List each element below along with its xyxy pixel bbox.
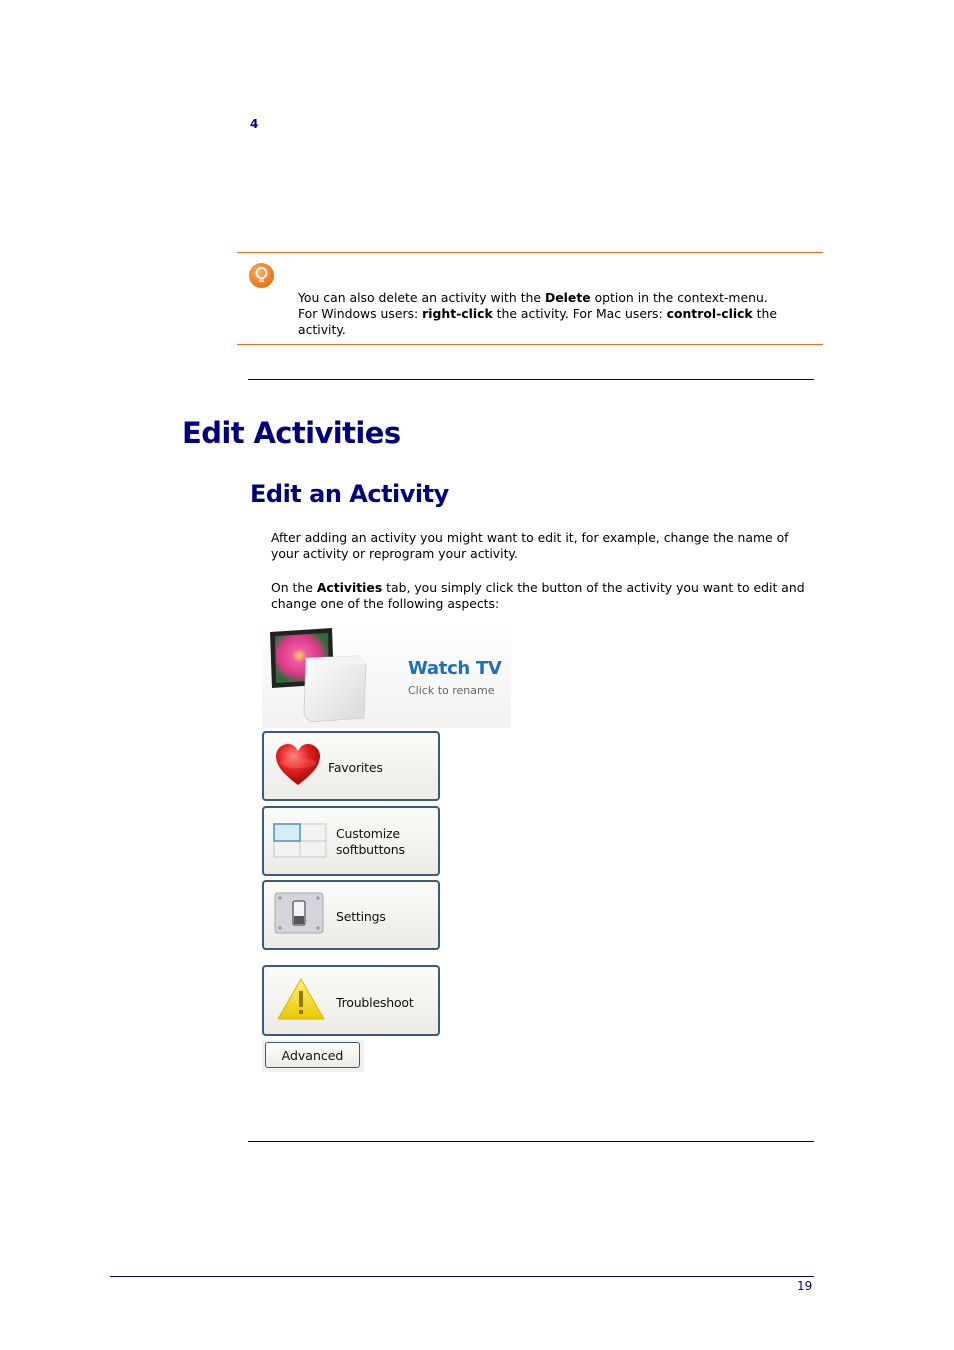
step-number: 4 [250, 117, 259, 131]
section-title: Edit Activities [182, 416, 401, 450]
warning-icon [276, 977, 326, 1027]
section-end-rule [248, 1141, 814, 1142]
tip-bottom-rule [237, 344, 823, 345]
settings-button[interactable]: Settings [262, 880, 440, 950]
page-number: 19 [797, 1279, 813, 1293]
intro-paragraph: After adding an activity you might want … [271, 530, 789, 561]
tip-text: You can also delete an activity with the… [298, 290, 777, 337]
tip-top-rule [237, 252, 823, 253]
activity-panel[interactable]: Watch TV Click to rename [262, 622, 511, 728]
section-subtitle: Edit an Activity [250, 480, 449, 508]
heart-icon [274, 741, 322, 793]
advanced-button[interactable]: Advanced [265, 1042, 360, 1068]
rename-hint: Click to rename [408, 684, 495, 697]
settings-label: Settings [336, 909, 386, 924]
switch-icon [274, 892, 326, 940]
advanced-area: Advanced [262, 1040, 364, 1072]
section-rule [248, 379, 814, 380]
favorites-button[interactable]: Favorites [262, 731, 440, 801]
instruction-paragraph: On the Activities tab, you simply click … [271, 580, 805, 611]
favorites-label: Favorites [328, 760, 383, 775]
tv-icon [266, 626, 386, 726]
troubleshoot-label: Troubleshoot [336, 995, 414, 1010]
footer-rule [110, 1276, 814, 1277]
grid-icon [273, 823, 327, 863]
customize-label: Customize softbuttons [336, 826, 405, 857]
customize-softbuttons-button[interactable]: Customize softbuttons [262, 806, 440, 876]
troubleshoot-button[interactable]: Troubleshoot [262, 965, 440, 1036]
activity-name[interactable]: Watch TV [408, 658, 502, 679]
lightbulb-icon [248, 262, 275, 289]
